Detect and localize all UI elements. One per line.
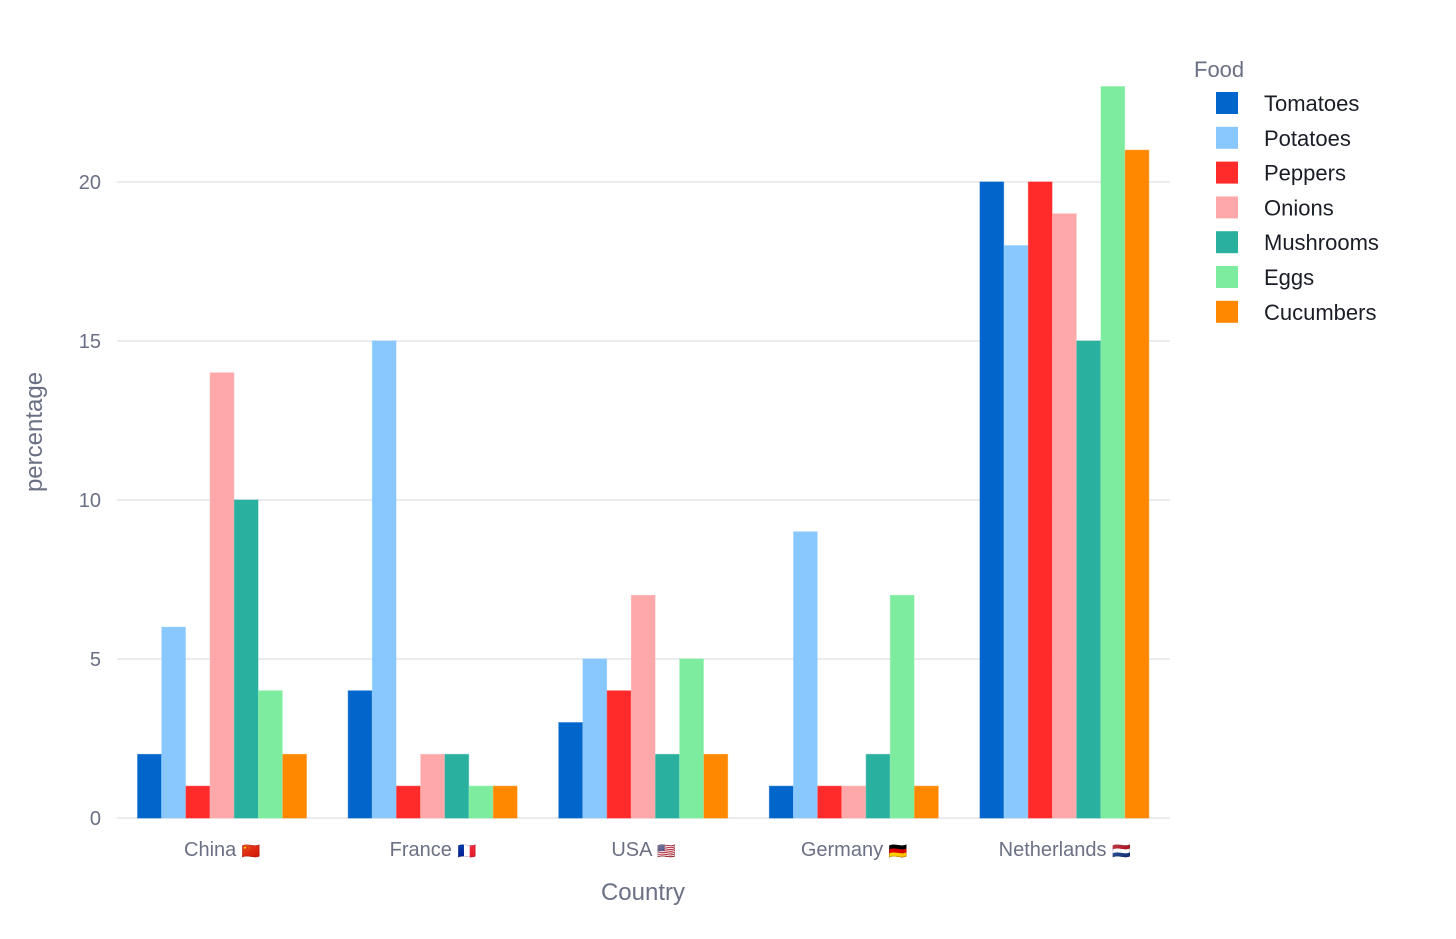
x-tick-country: Netherlands (999, 839, 1112, 861)
legend-item-tomatoes[interactable]: Tomatoes (1216, 91, 1359, 116)
x-tick-label: USA 🇺🇸 (611, 839, 676, 861)
legend-swatch (1216, 92, 1238, 114)
bar-eggs-france[interactable] (468, 785, 494, 819)
bar-onions-china[interactable] (209, 372, 235, 819)
bar-onions-germany[interactable] (841, 785, 867, 819)
bar-eggs-usa[interactable] (679, 658, 704, 819)
flag-icon: 🇳🇱 (1112, 843, 1131, 860)
x-tick-country: USA (611, 839, 657, 861)
bar-mushrooms-usa[interactable] (655, 753, 680, 819)
bar-cucumbers-germany[interactable] (914, 785, 939, 819)
bar-tomatoes-netherlands[interactable] (979, 181, 1005, 819)
bar-tomatoes-france[interactable] (347, 690, 373, 819)
legend-swatch (1216, 126, 1238, 149)
legend-swatch (1216, 196, 1238, 219)
legend-swatch (1216, 300, 1238, 323)
bar-potatoes-china[interactable] (161, 626, 186, 819)
bar-group-netherlands (979, 86, 1150, 819)
flag-icon: 🇩🇪 (889, 843, 908, 860)
bar-peppers-france[interactable] (396, 785, 421, 819)
bar-tomatoes-usa[interactable] (558, 722, 583, 819)
x-tick-country: France (390, 839, 458, 861)
bar-onions-usa[interactable] (630, 594, 656, 819)
bar-potatoes-netherlands[interactable] (1003, 245, 1029, 819)
flag-icon: 🇨🇳 (242, 843, 261, 860)
bar-onions-netherlands[interactable] (1052, 213, 1077, 819)
flag-icon: 🇺🇸 (657, 843, 676, 860)
bar-mushrooms-germany[interactable] (865, 753, 891, 819)
bar-cucumbers-france[interactable] (492, 785, 518, 819)
bar-potatoes-germany[interactable] (793, 531, 818, 819)
x-tick-label: Netherlands 🇳🇱 (999, 839, 1131, 861)
legend-label: Eggs (1264, 265, 1314, 290)
legend-title: Food (1194, 57, 1244, 82)
y-axis-ticks: 0 5 10 15 20 (79, 172, 101, 830)
bar-group-france (347, 340, 518, 819)
x-axis-title: Country (601, 879, 685, 906)
flag-icon: 🇫🇷 (457, 843, 476, 860)
bar-eggs-germany[interactable] (889, 594, 915, 819)
y-tick-label: 20 (79, 172, 101, 194)
legend-label: Onions (1264, 195, 1334, 220)
x-tick-country: Germany (801, 839, 889, 861)
grouped-bar-chart: 0 5 10 15 20 China 🇨🇳 France 🇫🇷 USA 🇺🇸 Germany … (21, 57, 1379, 906)
legend-label: Tomatoes (1264, 91, 1359, 116)
bar-potatoes-france[interactable] (371, 340, 397, 819)
bar-mushrooms-netherlands[interactable] (1076, 340, 1101, 819)
legend-label: Peppers (1264, 161, 1346, 186)
bar-group-china (137, 372, 307, 819)
bar-eggs-netherlands[interactable] (1100, 86, 1126, 819)
bar-tomatoes-germany[interactable] (768, 785, 794, 819)
legend-item-eggs[interactable]: Eggs (1216, 265, 1314, 290)
bar-tomatoes-china[interactable] (137, 753, 162, 819)
x-tick-label: France 🇫🇷 (390, 839, 477, 861)
legend-swatch (1216, 266, 1238, 288)
bar-mushrooms-france[interactable] (444, 753, 470, 819)
legend-swatch (1216, 161, 1238, 184)
legend-item-peppers[interactable]: Peppers (1216, 161, 1346, 186)
legend-item-mushrooms[interactable]: Mushrooms (1216, 230, 1379, 255)
bar-onions-france[interactable] (420, 753, 445, 819)
y-tick-label: 0 (90, 808, 101, 830)
bar-group-germany (768, 531, 939, 819)
y-tick-label: 15 (79, 331, 101, 353)
bar-mushrooms-china[interactable] (233, 499, 259, 819)
legend-item-potatoes[interactable]: Potatoes (1216, 126, 1351, 151)
y-tick-label: 5 (90, 649, 101, 671)
bar-peppers-china[interactable] (185, 785, 211, 819)
legend-label: Cucumbers (1264, 300, 1376, 325)
legend-item-onions[interactable]: Onions (1216, 195, 1334, 220)
x-tick-label: Germany 🇩🇪 (801, 839, 908, 861)
y-tick-label: 10 (79, 490, 101, 512)
bar-cucumbers-usa[interactable] (703, 753, 729, 819)
legend-label: Mushrooms (1264, 230, 1379, 255)
bar-peppers-netherlands[interactable] (1027, 181, 1053, 819)
x-tick-label: China 🇨🇳 (184, 839, 261, 861)
bar-cucumbers-china[interactable] (282, 753, 307, 819)
y-axis-title: percentage (21, 372, 48, 492)
bar-peppers-germany[interactable] (817, 785, 842, 819)
bar-eggs-china[interactable] (258, 690, 283, 819)
x-tick-country: China (184, 839, 242, 861)
legend-swatch (1216, 231, 1238, 254)
legend: Food Tomatoes Potatoes Peppers Onions Mushro… (1194, 57, 1379, 325)
bar-peppers-usa[interactable] (606, 690, 632, 819)
bar-potatoes-usa[interactable] (582, 658, 608, 819)
bar-cucumbers-netherlands[interactable] (1124, 149, 1150, 819)
bars (137, 86, 1150, 819)
bar-group-usa (558, 594, 729, 819)
legend-label: Potatoes (1264, 126, 1351, 151)
legend-item-cucumbers[interactable]: Cucumbers (1216, 300, 1376, 325)
x-axis-ticks: China 🇨🇳 France 🇫🇷 USA 🇺🇸 Germany 🇩🇪 Netherl… (184, 839, 1131, 861)
